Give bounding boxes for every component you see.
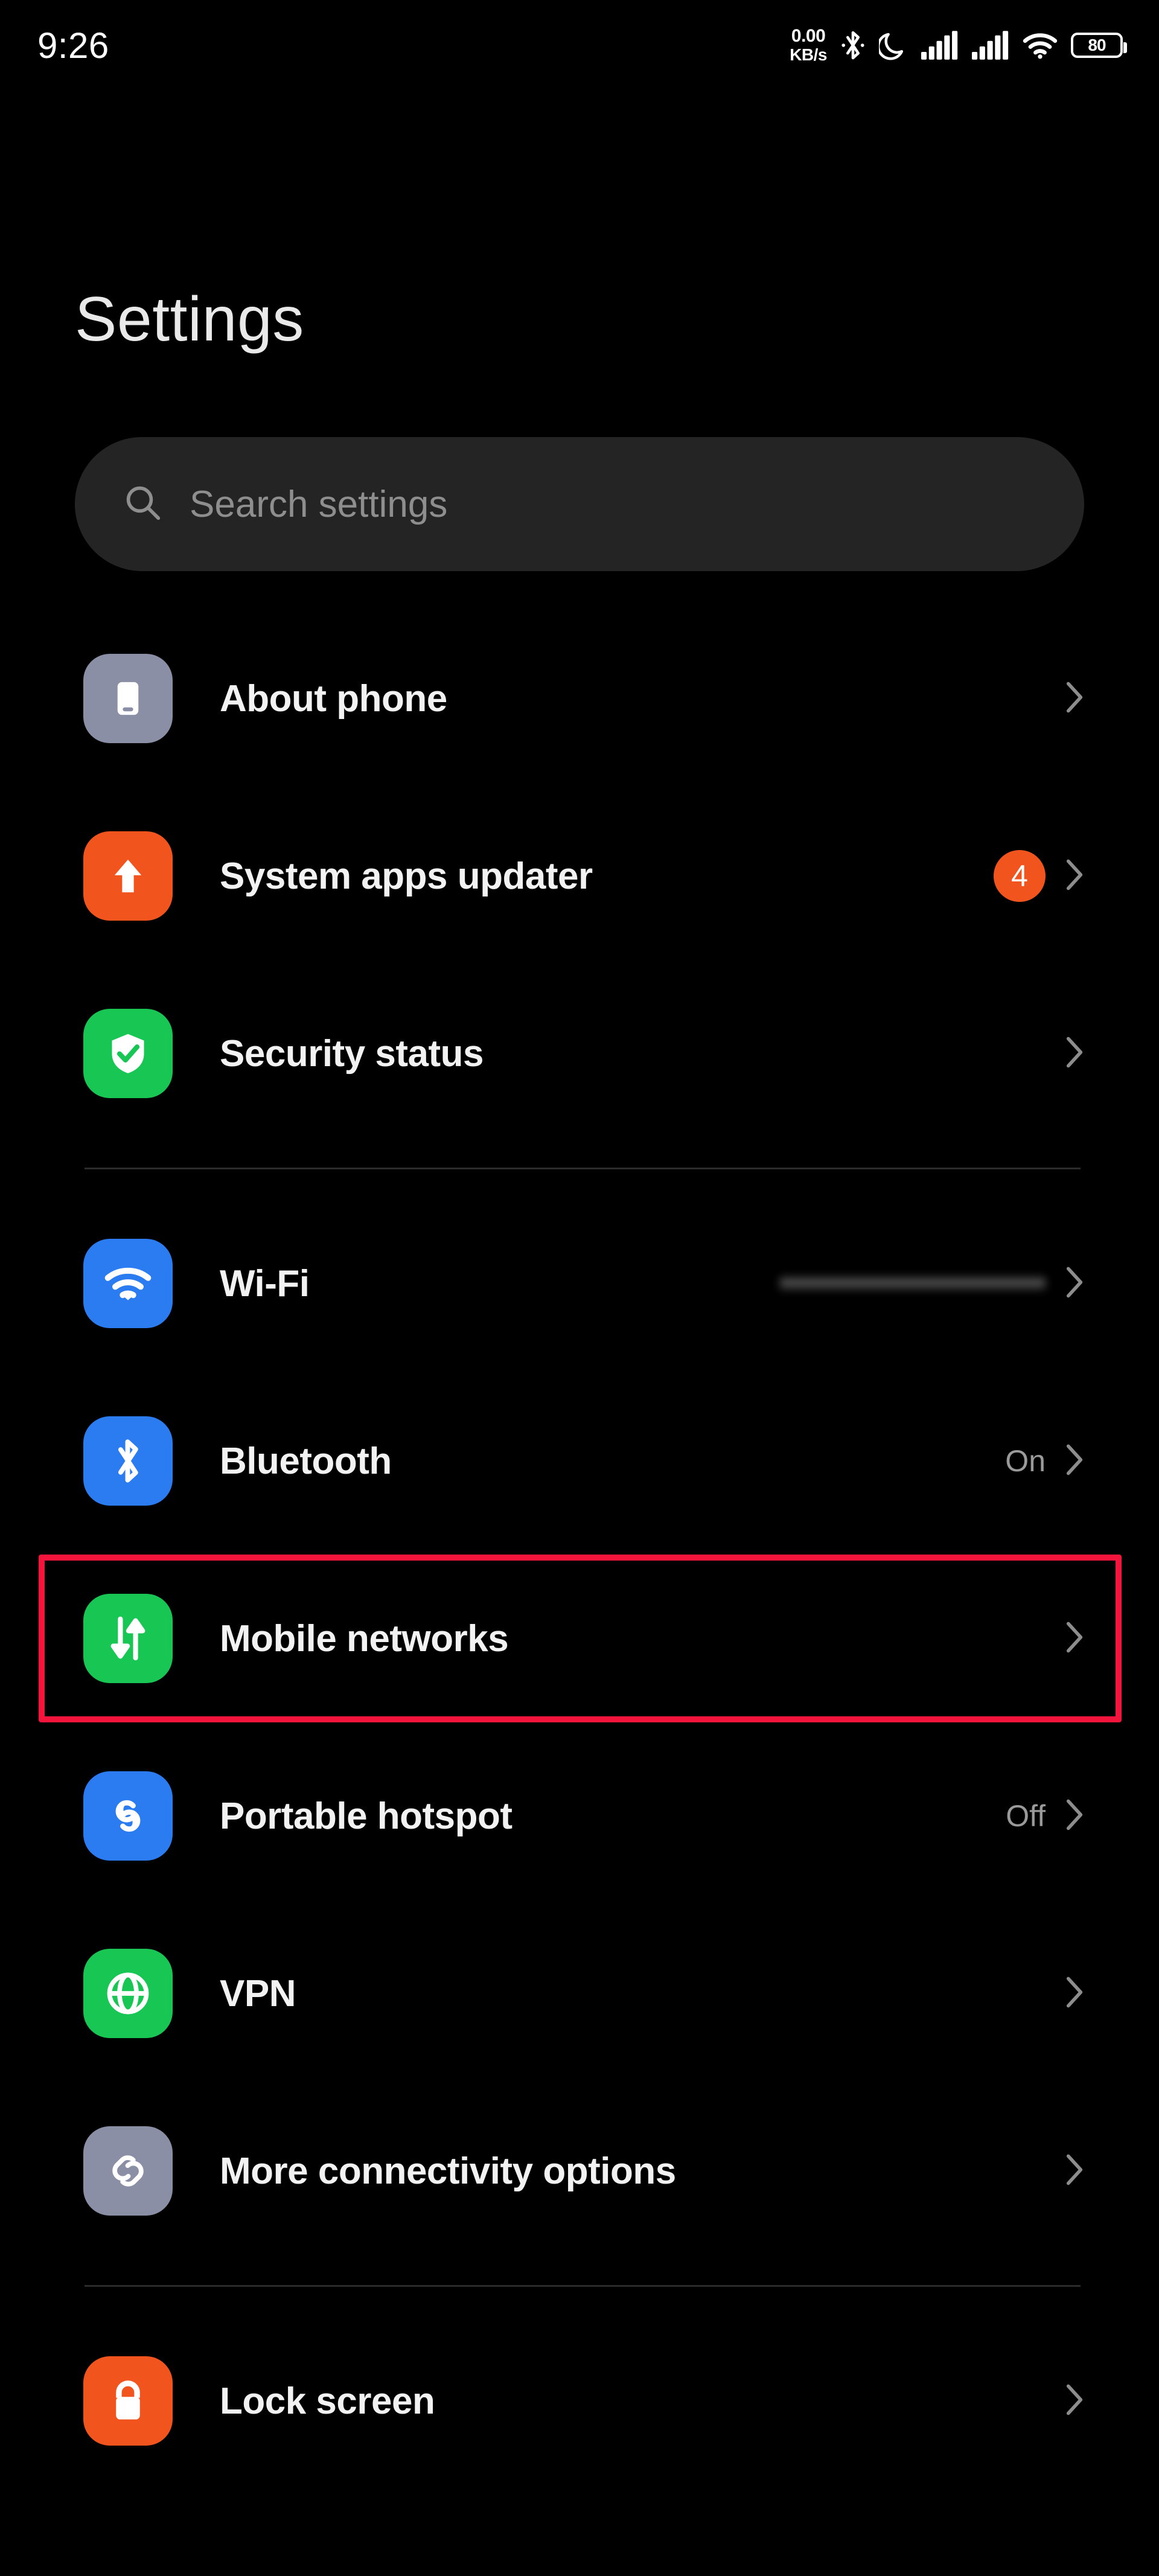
do-not-disturb-moon-icon: [879, 30, 908, 61]
search-placeholder: Search settings: [190, 483, 448, 525]
wifi-icon: [1023, 31, 1058, 59]
page-title: Settings: [75, 284, 304, 354]
signal-icon-sim1: [921, 31, 959, 60]
settings-row-label: Security status: [220, 1032, 484, 1075]
bluetooth-icon: [840, 28, 866, 62]
settings-row-label: More connectivity options: [220, 2150, 676, 2192]
settings-row-value: On: [1005, 1444, 1046, 1478]
settings-row-label: About phone: [220, 677, 447, 720]
settings-row-trailing: On: [1005, 1443, 1084, 1479]
search-input[interactable]: Search settings: [75, 437, 1084, 571]
settings-row-more-connectivity-options[interactable]: More connectivity options: [0, 2082, 1159, 2260]
chevron-right-icon: [1066, 1798, 1084, 1834]
settings-row-vpn[interactable]: VPN: [0, 1905, 1159, 2082]
settings-list: About phone System apps updater 4 Security …: [0, 610, 1159, 2490]
status-bar-icons: 0.00 KB/s 80: [790, 27, 1127, 63]
settings-row-lock-screen[interactable]: Lock screen: [0, 2312, 1159, 2490]
notification-badge: 4: [994, 850, 1046, 902]
network-speed-indicator: 0.00 KB/s: [790, 27, 827, 63]
wifi-icon: [83, 1239, 173, 1328]
redacted-wifi-network-name: [780, 1276, 1046, 1291]
settings-row-trailing: [780, 1266, 1084, 1302]
settings-row-trailing: [1066, 1036, 1084, 1072]
globe-icon: [83, 1949, 173, 2038]
network-speed-value: 0.00: [791, 26, 826, 46]
up-arrow-icon: [83, 831, 173, 921]
signal-icon-sim2: [972, 31, 1009, 60]
chevron-right-icon: [1066, 858, 1084, 894]
battery-indicator: 80: [1071, 33, 1127, 58]
settings-row-trailing: [1066, 681, 1084, 717]
chevron-right-icon: [1066, 1443, 1084, 1479]
chevron-right-icon: [1066, 2153, 1084, 2189]
lock-icon: [83, 2356, 173, 2446]
mobile-data-arrows-icon: [83, 1594, 173, 1683]
chevron-right-icon: [1066, 681, 1084, 717]
settings-row-trailing: [1066, 1621, 1084, 1657]
settings-row-bluetooth[interactable]: Bluetooth On: [0, 1372, 1159, 1550]
settings-row-trailing: [1066, 1976, 1084, 2012]
settings-row-trailing: [1066, 2153, 1084, 2189]
section-divider: [85, 2285, 1081, 2287]
chevron-right-icon: [1066, 1976, 1084, 2012]
section-divider: [85, 1168, 1081, 1169]
settings-row-label: VPN: [220, 1972, 296, 2015]
settings-row-security-status[interactable]: Security status: [0, 965, 1159, 1142]
shield-check-icon: [83, 1009, 173, 1098]
settings-row-wi-fi[interactable]: Wi-Fi: [0, 1195, 1159, 1372]
settings-row-mobile-networks[interactable]: Mobile networks: [0, 1550, 1159, 1727]
status-bar-clock: 9:26: [37, 25, 109, 66]
hotspot-loops-icon: [83, 1771, 173, 1861]
settings-row-value: Off: [1006, 1799, 1046, 1833]
settings-row-label: Wi-Fi: [220, 1262, 310, 1305]
chevron-right-icon: [1066, 1621, 1084, 1657]
settings-row-label: Lock screen: [220, 2380, 435, 2422]
settings-row-system-apps-updater[interactable]: System apps updater 4: [0, 787, 1159, 965]
network-speed-unit: KB/s: [790, 45, 827, 64]
settings-row-label: Bluetooth: [220, 1440, 392, 1482]
status-bar: 9:26 0.00 KB/s 80: [0, 0, 1159, 91]
settings-row-about-phone[interactable]: About phone: [0, 610, 1159, 787]
settings-row-portable-hotspot[interactable]: Portable hotspot Off: [0, 1727, 1159, 1905]
chevron-right-icon: [1066, 2383, 1084, 2419]
settings-row-label: Portable hotspot: [220, 1795, 512, 1837]
settings-row-label: Mobile networks: [220, 1617, 509, 1660]
link-chain-icon: [83, 2126, 173, 2216]
phone-icon: [83, 654, 173, 743]
settings-row-trailing: [1066, 2383, 1084, 2419]
settings-screen: 9:26 0.00 KB/s 80 Settings Search settin…: [0, 0, 1159, 2576]
search-icon: [123, 483, 163, 526]
chevron-right-icon: [1066, 1266, 1084, 1302]
bluetooth-icon: [83, 1416, 173, 1506]
settings-row-trailing: Off: [1006, 1798, 1084, 1834]
battery-percent-label: 80: [1088, 36, 1106, 54]
settings-row-trailing: 4: [994, 850, 1084, 902]
chevron-right-icon: [1066, 1036, 1084, 1072]
settings-row-label: System apps updater: [220, 855, 593, 897]
